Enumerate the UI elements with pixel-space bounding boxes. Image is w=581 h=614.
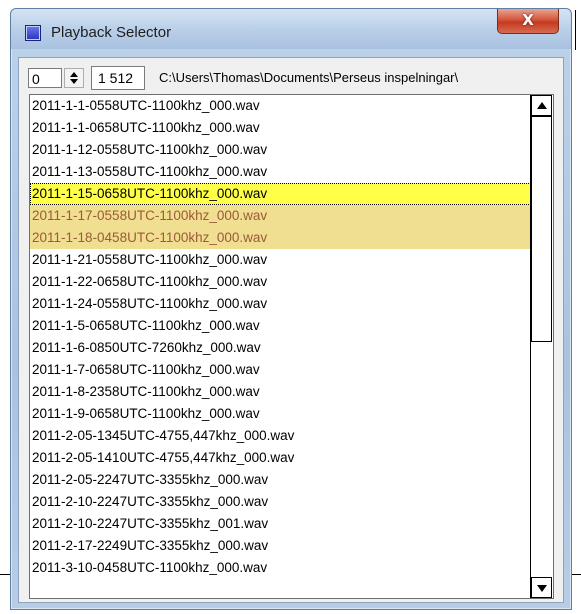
- file-list-item[interactable]: 2011-1-1-0658UTC-1100khz_000.wav: [30, 117, 553, 139]
- file-list-item[interactable]: 2011-1-17-0558UTC-1100khz_000.wav: [30, 205, 553, 227]
- file-list-item[interactable]: 2011-2-05-1410UTC-4755,447khz_000.wav: [30, 447, 553, 469]
- scroll-thumb[interactable]: [531, 116, 552, 342]
- file-list-item[interactable]: 2011-2-17-2249UTC-3355khz_000.wav: [30, 535, 553, 557]
- file-list-item[interactable]: 2011-1-15-0658UTC-1100khz_000.wav: [30, 183, 553, 205]
- file-list-item[interactable]: 2011-1-12-0558UTC-1100khz_000.wav: [30, 139, 553, 161]
- file-list-item[interactable]: 2011-1-1-0558UTC-1100khz_000.wav: [30, 95, 553, 117]
- vertical-scrollbar[interactable]: [530, 95, 553, 598]
- file-list-item[interactable]: 2011-1-21-0558UTC-1100khz_000.wav: [30, 249, 553, 271]
- scroll-down-arrow-icon[interactable]: [531, 577, 552, 598]
- title-bar[interactable]: Playback Selector X: [11, 9, 571, 49]
- folder-path-label: C:\Users\Thomas\Documents\Perseus inspel…: [159, 70, 459, 85]
- app-icon: [25, 25, 41, 41]
- file-list[interactable]: 2011-1-1-0558UTC-1100khz_000.wav 2011-1-1…: [29, 94, 554, 599]
- index-spinner-buttons[interactable]: [64, 68, 84, 88]
- index-spinner-value[interactable]: 0: [28, 68, 62, 88]
- file-list-rows: 2011-1-1-0558UTC-1100khz_000.wav 2011-1-1…: [30, 95, 553, 579]
- file-count-field: 1 512: [91, 66, 145, 90]
- file-list-item[interactable]: 2011-2-05-1345UTC-4755,447khz_000.wav: [30, 425, 553, 447]
- close-button[interactable]: X: [497, 9, 559, 34]
- file-list-item[interactable]: 2011-2-10-2247UTC-3355khz_000.wav: [30, 491, 553, 513]
- file-list-item[interactable]: 2011-1-7-0658UTC-1100khz_000.wav: [30, 359, 553, 381]
- spin-up-icon[interactable]: [70, 72, 78, 77]
- backdrop-line-vertical: [575, 10, 576, 50]
- scroll-up-arrow-icon[interactable]: [531, 95, 552, 116]
- playback-selector-window: Playback Selector X 0 1 512 C:\Users\Tho…: [10, 8, 572, 610]
- client-area: 0 1 512 C:\Users\Thomas\Documents\Perseu…: [18, 57, 564, 603]
- spin-down-icon[interactable]: [70, 79, 78, 84]
- file-list-item[interactable]: 2011-1-13-0558UTC-1100khz_000.wav: [30, 161, 553, 183]
- file-list-item[interactable]: 2011-1-8-2358UTC-1100khz_000.wav: [30, 381, 553, 403]
- file-list-item[interactable]: 2011-1-22-0658UTC-1100khz_000.wav: [30, 271, 553, 293]
- window-title: Playback Selector: [51, 24, 172, 41]
- file-list-item[interactable]: 2011-3-10-0458UTC-1100khz_000.wav: [30, 557, 553, 579]
- file-list-item[interactable]: 2011-1-9-0658UTC-1100khz_000.wav: [30, 403, 553, 425]
- file-list-item[interactable]: 2011-1-24-0558UTC-1100khz_000.wav: [30, 293, 553, 315]
- file-list-item[interactable]: 2011-1-5-0658UTC-1100khz_000.wav: [30, 315, 553, 337]
- file-list-item[interactable]: 2011-1-18-0458UTC-1100khz_000.wav: [30, 227, 553, 249]
- file-list-item[interactable]: 2011-2-05-2247UTC-3355khz_000.wav: [30, 469, 553, 491]
- file-list-item[interactable]: 2011-2-10-2247UTC-3355khz_001.wav: [30, 513, 553, 535]
- file-list-item[interactable]: 2011-1-6-0850UTC-7260khz_000.wav: [30, 337, 553, 359]
